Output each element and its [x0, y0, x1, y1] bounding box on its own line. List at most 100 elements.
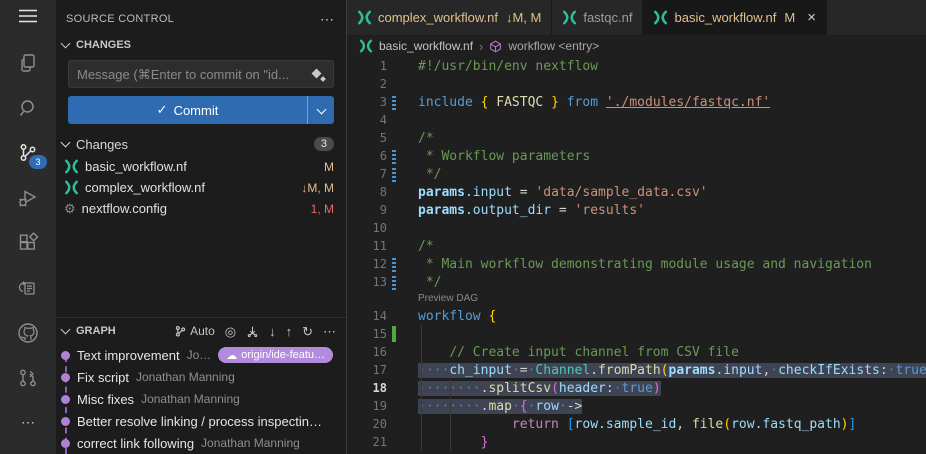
code-line-11[interactable]: 11/*	[347, 237, 926, 255]
git-gutter	[387, 57, 401, 75]
breadcrumb: basic_workflow.nf › workflow <entry>	[347, 35, 926, 57]
indent-guide	[450, 379, 451, 451]
line-number: 20	[347, 417, 387, 431]
code-line-10[interactable]: 10	[347, 219, 926, 237]
code-line-19[interactable]: 19········.map·{·row·->	[347, 397, 926, 415]
changes-group-header[interactable]: Changes 3	[56, 132, 346, 156]
code-line-12[interactable]: 12 * Main workflow demonstrating module …	[347, 255, 926, 273]
commit-dot	[61, 351, 70, 360]
search-icon[interactable]	[0, 85, 56, 130]
tab-complex-workflow[interactable]: complex_workflow.nf ↓M, M	[347, 0, 552, 35]
file-row-complex-workflow[interactable]: complex_workflow.nf ↓M, M	[56, 177, 346, 198]
target-icon[interactable]: ◎	[225, 325, 236, 338]
commit-row[interactable]: correct link following Jonathan Manning	[56, 432, 346, 454]
commit-message-box	[68, 60, 334, 88]
breadcrumb-separator: ›	[479, 39, 483, 54]
activity-more-icon[interactable]: ⋯	[0, 400, 56, 445]
line-number: 4	[347, 113, 387, 127]
extensions-icon[interactable]	[0, 220, 56, 265]
line-number: 15	[347, 327, 387, 341]
graph-more-icon[interactable]: ⋯	[323, 325, 336, 338]
code-line-17[interactable]: 17····ch_input·=·Channel.fromPath(params…	[347, 361, 926, 379]
line-number: 16	[347, 345, 387, 359]
commit-row[interactable]: Fix script Jonathan Manning	[56, 366, 346, 388]
code-line-8[interactable]: 8params.input = 'data/sample_data.csv'	[347, 183, 926, 201]
commit-row[interactable]: Text improvement Jo… ☁ origin/ide-featu…	[56, 344, 346, 366]
pull-icon[interactable]: ↓	[269, 325, 276, 338]
tab-bar: complex_workflow.nf ↓M, M fastqc.nf basi…	[347, 0, 926, 35]
git-gutter	[387, 111, 401, 129]
commit-row[interactable]: Better resolve linking / process inspect…	[56, 410, 346, 432]
git-gutter	[387, 379, 401, 397]
git-gutter	[387, 201, 401, 219]
run-debug-icon[interactable]	[0, 175, 56, 220]
close-icon[interactable]: ×	[807, 9, 816, 26]
git-gutter-mod	[387, 255, 401, 273]
line-number: 19	[347, 399, 387, 413]
code-line-3[interactable]: 3include { FASTQC } from './modules/fast…	[347, 93, 926, 111]
line-number: 3	[347, 95, 387, 109]
menu-icon[interactable]	[0, 0, 56, 32]
code-line-18[interactable]: 18········.splitCsv(header:·true)	[347, 379, 926, 397]
nextflow-file-icon	[357, 10, 372, 25]
commit-button-label: Commit	[174, 103, 219, 118]
code-line-7[interactable]: 7 */	[347, 165, 926, 183]
code-line-5[interactable]: 5/*	[347, 129, 926, 147]
commit-row[interactable]: Misc fixes Jonathan Manning	[56, 388, 346, 410]
code-line-21[interactable]: 21 }	[347, 433, 926, 451]
pull-request-icon[interactable]	[0, 355, 56, 400]
git-gutter	[387, 129, 401, 147]
git-status-badge: ↓M, M	[301, 181, 334, 195]
commit-dropdown-button[interactable]	[307, 96, 334, 124]
tab-git-badge: ↓M, M	[506, 10, 541, 25]
graph-section-header[interactable]: GRAPH	[62, 325, 116, 337]
line-number: 8	[347, 185, 387, 199]
breadcrumb-symbol[interactable]: workflow <entry>	[508, 39, 599, 53]
commit-message-input[interactable]	[69, 67, 333, 82]
changes-section-header[interactable]: CHANGES	[56, 34, 346, 56]
code-line-4[interactable]: 4	[347, 111, 926, 129]
code-line-20[interactable]: 20 return [row.sample_id, file(row.fastq…	[347, 415, 926, 433]
code-editor[interactable]: 1#!/usr/bin/env nextflow23include { FAST…	[347, 57, 926, 454]
tab-fastqc[interactable]: fastqc.nf	[552, 0, 643, 35]
commit-button[interactable]: ✓ Commit	[68, 96, 334, 124]
sync-docs-icon[interactable]	[0, 265, 56, 310]
git-gutter	[387, 397, 401, 415]
code-line-2[interactable]: 2	[347, 75, 926, 93]
code-line-1[interactable]: 1#!/usr/bin/env nextflow	[347, 57, 926, 75]
tab-basic-workflow[interactable]: basic_workflow.nf M ×	[643, 0, 827, 35]
sidebar-title: SOURCE CONTROL	[66, 13, 320, 25]
code-line-6[interactable]: 6 * Workflow parameters	[347, 147, 926, 165]
check-icon: ✓	[157, 102, 168, 118]
line-number: 14	[347, 309, 387, 323]
github-icon[interactable]	[0, 310, 56, 355]
code-line-15[interactable]: 15	[347, 325, 926, 343]
code-line-16[interactable]: 16 // Create input channel from CSV file	[347, 343, 926, 361]
source-control-icon[interactable]: 3	[0, 130, 56, 175]
nextflow-file-icon	[64, 180, 79, 195]
push-icon[interactable]: ↑	[286, 325, 293, 338]
source-control-sidebar: SOURCE CONTROL ⋯ CHANGES ✓ Commit Change…	[56, 0, 346, 454]
chevron-down-icon	[61, 324, 71, 334]
git-gutter-mod	[387, 93, 401, 111]
graph-auto-toggle[interactable]: Auto	[174, 325, 215, 338]
codelens-preview-dag[interactable]: Preview DAG	[347, 291, 926, 307]
explorer-icon[interactable]	[0, 40, 56, 85]
editor-group: complex_workflow.nf ↓M, M fastqc.nf basi…	[346, 0, 926, 454]
sidebar-more-icon[interactable]: ⋯	[320, 11, 334, 28]
file-row-nextflow-config[interactable]: ⚙ nextflow.config 1, M	[56, 198, 346, 219]
git-status-badge: M	[324, 160, 334, 174]
line-number: 18	[347, 381, 387, 395]
commit-dot	[61, 439, 70, 448]
code-line-9[interactable]: 9params.output_dir = 'results'	[347, 201, 926, 219]
code-line-14[interactable]: 14workflow {	[347, 307, 926, 325]
file-row-basic-workflow[interactable]: basic_workflow.nf M	[56, 156, 346, 177]
sparkle-icon[interactable]	[313, 69, 325, 81]
code-line-13[interactable]: 13 */	[347, 273, 926, 291]
gear-icon: ⚙	[64, 202, 76, 215]
line-number: 7	[347, 167, 387, 181]
breadcrumb-file[interactable]: basic_workflow.nf	[379, 39, 473, 53]
fetch-icon[interactable]	[246, 325, 259, 338]
refresh-icon[interactable]: ↻	[302, 325, 313, 338]
branch-ref-pill[interactable]: ☁ origin/ide-featu…	[218, 347, 333, 363]
